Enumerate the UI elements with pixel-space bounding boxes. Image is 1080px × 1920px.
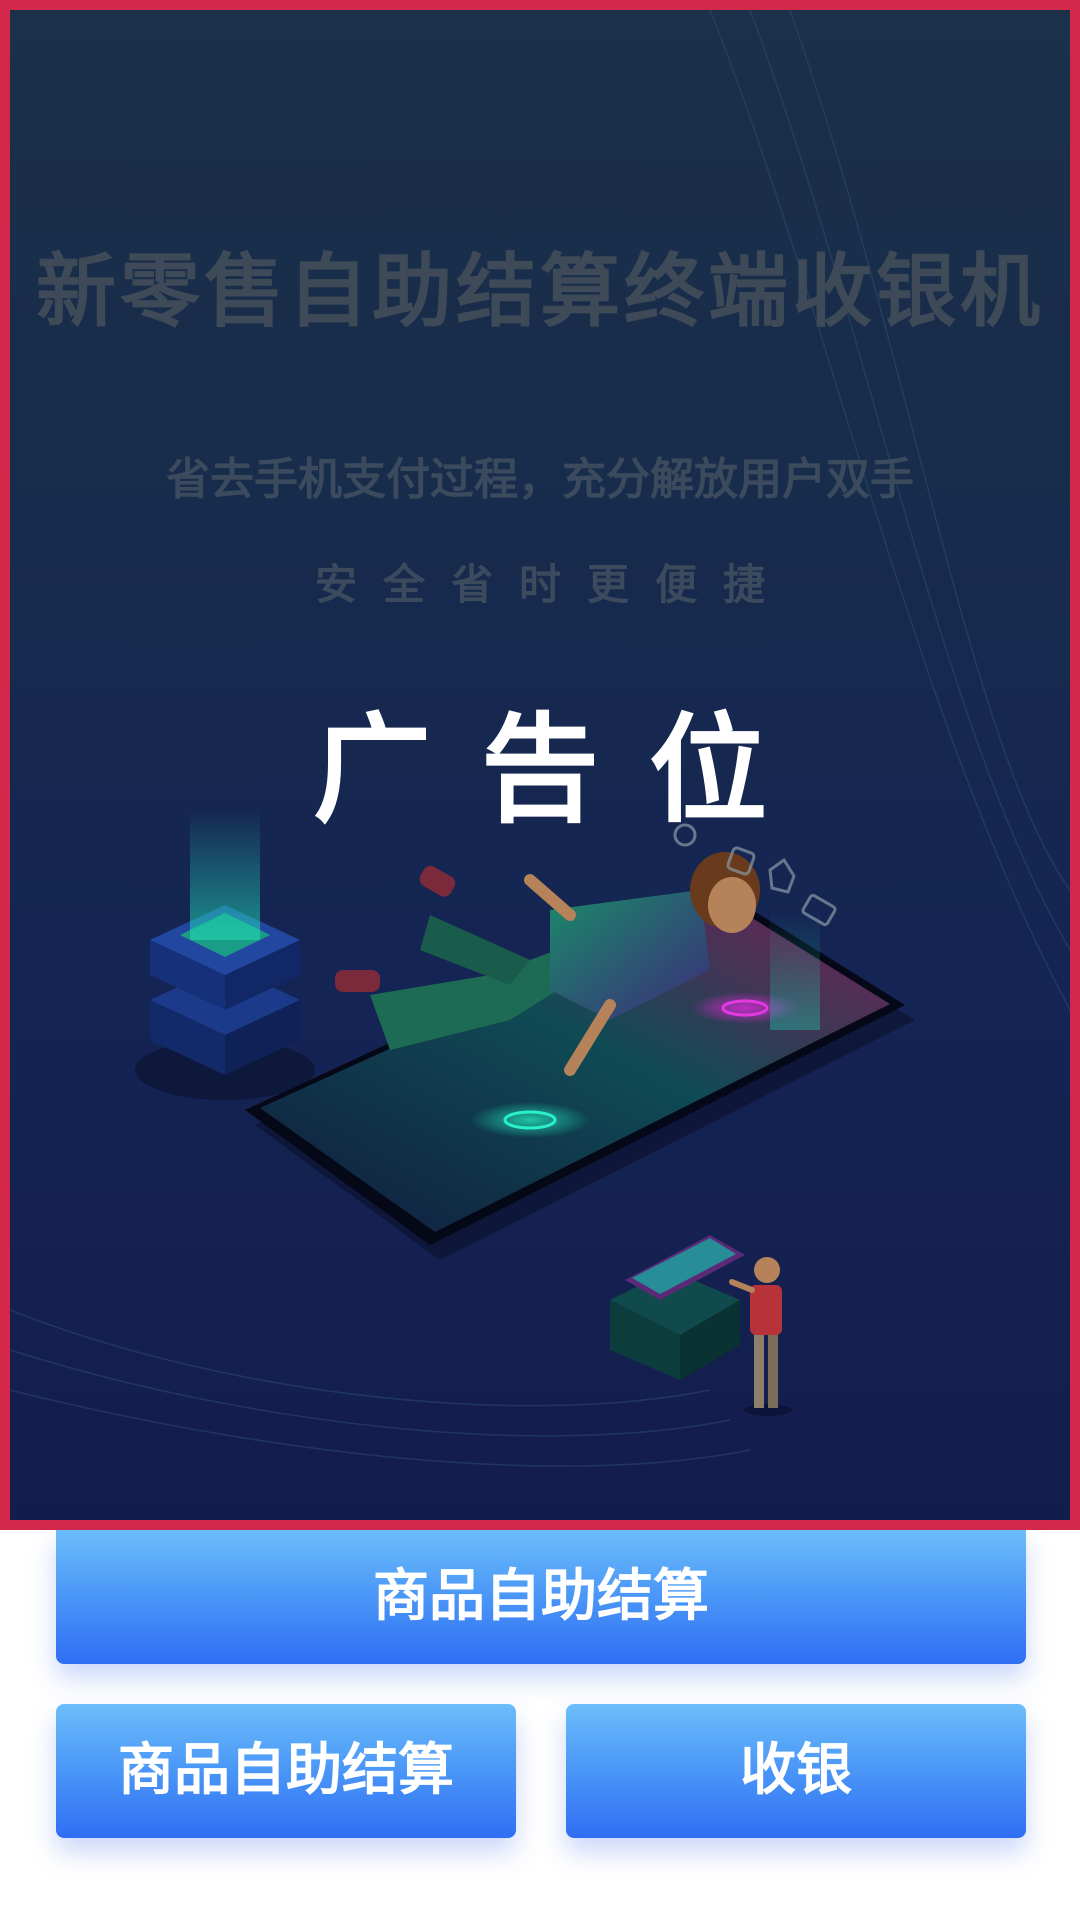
ad-headline: 新零售自助结算终端收银机 — [36, 245, 1044, 338]
small-phone-cube-graphic — [610, 1235, 745, 1380]
ad-tagline: 安全省时更便捷 — [314, 560, 791, 609]
self-checkout-button[interactable]: 商品自助结算 — [56, 1530, 1026, 1664]
standing-person-graphic — [729, 1257, 792, 1416]
cashier-button[interactable]: 收银 — [566, 1704, 1026, 1838]
ad-placeholder-label: 广告位 — [312, 701, 817, 839]
ad-subline: 省去手机支付过程，充分解放用户双手 — [166, 454, 914, 505]
kiosk-screen: 新零售自助结算终端收银机 省去手机支付过程，充分解放用户双手 安全省时更便捷 广… — [0, 0, 1080, 1920]
self-checkout-secondary-button[interactable]: 商品自助结算 — [56, 1704, 516, 1838]
server-stack-graphic — [135, 810, 315, 1100]
ad-banner[interactable]: 新零售自助结算终端收银机 省去手机支付过程，充分解放用户双手 安全省时更便捷 广… — [0, 0, 1080, 1530]
